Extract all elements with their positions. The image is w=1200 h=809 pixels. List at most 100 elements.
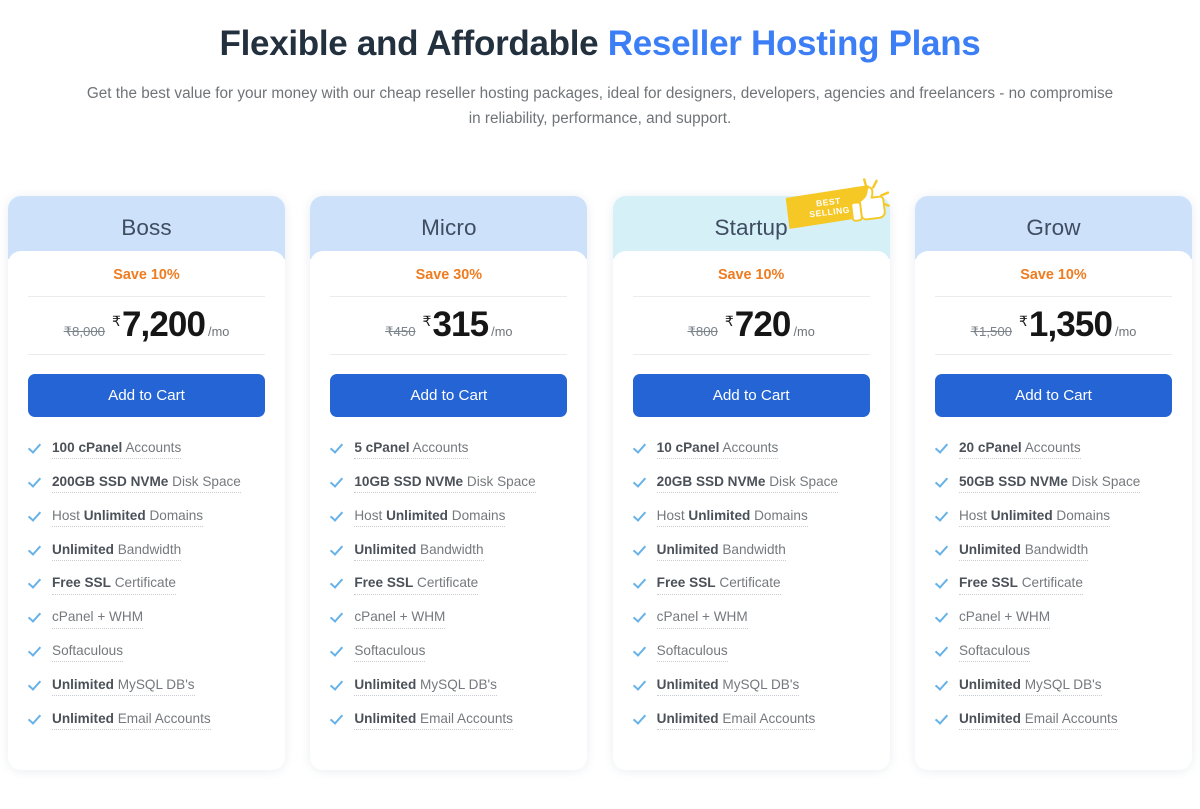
feature-text: cPanel + WHM	[656, 608, 748, 629]
feature-item: Free SSL Certificate	[633, 574, 870, 595]
check-icon	[633, 609, 648, 624]
feature-list: 20 cPanel Accounts 50GB SSD NVMe Disk Spa…	[935, 439, 1172, 731]
original-price: ₹1,500	[970, 324, 1012, 339]
feature-text: Unlimited MySQL DB's	[656, 676, 800, 697]
check-icon	[330, 575, 345, 590]
feature-rest: Accounts	[409, 440, 469, 455]
check-icon	[330, 508, 345, 523]
card-body: Save 10% ₹8,000 ₹7,200/mo Add to Cart 100 cP…	[8, 251, 285, 770]
feature-item: Host Unlimited Domains	[633, 507, 870, 528]
feature-text: Unlimited Email Accounts	[52, 710, 211, 731]
feature-text: Unlimited Bandwidth	[958, 541, 1089, 561]
check-icon	[330, 542, 345, 557]
savings-badge: Save 10%	[1020, 267, 1087, 283]
check-icon	[633, 542, 648, 557]
feature-rest: MySQL DB's	[416, 676, 497, 692]
feature-item: Unlimited MySQL DB's	[330, 676, 567, 697]
feature-text: Softaculous	[52, 642, 124, 663]
page-subtitle: Get the best value for your money with o…	[86, 84, 1114, 127]
check-icon	[330, 440, 345, 455]
feature-rest: Disk Space	[1067, 473, 1141, 489]
feature-text: Host Unlimited Domains	[354, 507, 506, 528]
feature-rest: Bandwidth	[718, 541, 786, 557]
check-icon	[330, 677, 345, 692]
plan-name: Boss	[121, 214, 172, 240]
feature-rest: MySQL DB's	[1020, 676, 1102, 692]
current-price: 720	[734, 305, 792, 344]
feature-text: 10GB SSD NVMe Disk Space	[354, 473, 536, 494]
feature-highlight: 5 cPanel	[354, 440, 410, 455]
feature-highlight: 20 cPanel	[958, 440, 1022, 455]
feature-highlight: Unlimited	[656, 676, 719, 692]
feature-rest: Domains	[448, 507, 506, 523]
check-icon	[935, 440, 950, 455]
add-to-cart-button[interactable]: Add to Cart	[330, 374, 568, 417]
add-to-cart-button[interactable]: Add to Cart	[28, 374, 265, 417]
currency-symbol: ₹	[112, 313, 121, 329]
check-icon	[28, 711, 43, 726]
feature-rest: cPanel + WHM	[958, 609, 1051, 625]
feature-rest: Email Accounts	[718, 710, 816, 726]
feature-text: cPanel + WHM	[958, 608, 1051, 629]
check-icon	[633, 440, 648, 455]
feature-text: 200GB SSD NVMe Disk Space	[52, 473, 241, 494]
feature-rest: cPanel + WHM	[52, 609, 144, 625]
feature-item: 10 cPanel Accounts	[633, 439, 870, 460]
feature-item: Unlimited MySQL DB's	[935, 676, 1172, 697]
check-icon	[28, 440, 43, 455]
feature-rest: Domains	[750, 507, 808, 523]
feature-rest: Accounts	[122, 440, 182, 455]
feature-text: Unlimited Email Accounts	[656, 710, 816, 731]
check-icon	[28, 677, 43, 692]
feature-text: 5 cPanel Accounts	[354, 439, 469, 460]
feature-rest: Email Accounts	[113, 710, 211, 726]
add-to-cart-button[interactable]: Add to Cart	[934, 374, 1172, 417]
feature-highlight: Unlimited	[958, 710, 1021, 726]
feature-highlight: Unlimited	[958, 541, 1021, 557]
check-icon	[633, 643, 648, 658]
feature-highlight: Unlimited	[386, 507, 448, 523]
feature-item: Free SSL Certificate	[935, 574, 1172, 595]
feature-item: Unlimited Email Accounts	[935, 710, 1172, 731]
feature-item: Unlimited Bandwidth	[633, 541, 870, 561]
feature-highlight: Unlimited	[52, 676, 114, 692]
feature-highlight: Unlimited	[354, 710, 417, 726]
feature-text: cPanel + WHM	[354, 608, 446, 629]
price-period: /mo	[1115, 324, 1137, 339]
feature-rest: Email Accounts	[416, 710, 513, 726]
price-row: ₹450 ₹315/mo	[330, 296, 568, 355]
feature-text: Host Unlimited Domains	[656, 507, 808, 528]
feature-rest: Disk Space	[463, 473, 536, 489]
check-icon	[633, 474, 648, 489]
pricing-card-boss: Boss Save 10% ₹8,000 ₹7,200/mo Add to Cart 10…	[8, 196, 285, 770]
hero-section: Flexible and Affordable Reseller Hosting…	[0, 0, 1200, 131]
feature-item: Host Unlimited Domains	[28, 507, 265, 528]
feature-item: Unlimited MySQL DB's	[28, 676, 265, 697]
feature-item: 10GB SSD NVMe Disk Space	[330, 473, 567, 494]
feature-highlight: Unlimited	[656, 541, 719, 557]
feature-text: Free SSL Certificate	[52, 574, 176, 595]
feature-text: 100 cPanel Accounts	[52, 439, 182, 460]
check-icon	[330, 711, 345, 726]
feature-item: Host Unlimited Domains	[935, 507, 1172, 528]
pricing-card-startup: BEST SELLING Startup Save 10% ₹800 ₹720/mo Add…	[612, 178, 890, 770]
feature-highlight: Unlimited	[958, 676, 1021, 692]
feature-item: 100 cPanel Accounts	[28, 439, 265, 460]
check-icon	[633, 677, 648, 692]
feature-list: 100 cPanel Accounts 200GB SSD NVMe Disk S…	[28, 439, 265, 731]
feature-highlight: 20GB SSD NVMe	[656, 473, 766, 489]
check-icon	[28, 542, 43, 557]
feature-text: Unlimited MySQL DB's	[52, 676, 195, 697]
add-to-cart-button[interactable]: Add to Cart	[632, 374, 870, 417]
price-row: ₹8,000 ₹7,200/mo	[28, 296, 265, 355]
feature-highlight: Free SSL	[52, 575, 111, 591]
feature-item: 20 cPanel Accounts	[935, 439, 1172, 460]
currency-symbol: ₹	[422, 313, 432, 329]
feature-rest: Softaculous	[656, 643, 728, 659]
price-period: /mo	[793, 324, 815, 339]
feature-text: Free SSL Certificate	[656, 574, 781, 595]
check-icon	[28, 643, 43, 658]
feature-rest: Certificate	[110, 575, 176, 591]
feature-item: Unlimited MySQL DB's	[633, 676, 870, 697]
original-price: ₹450	[385, 324, 416, 339]
